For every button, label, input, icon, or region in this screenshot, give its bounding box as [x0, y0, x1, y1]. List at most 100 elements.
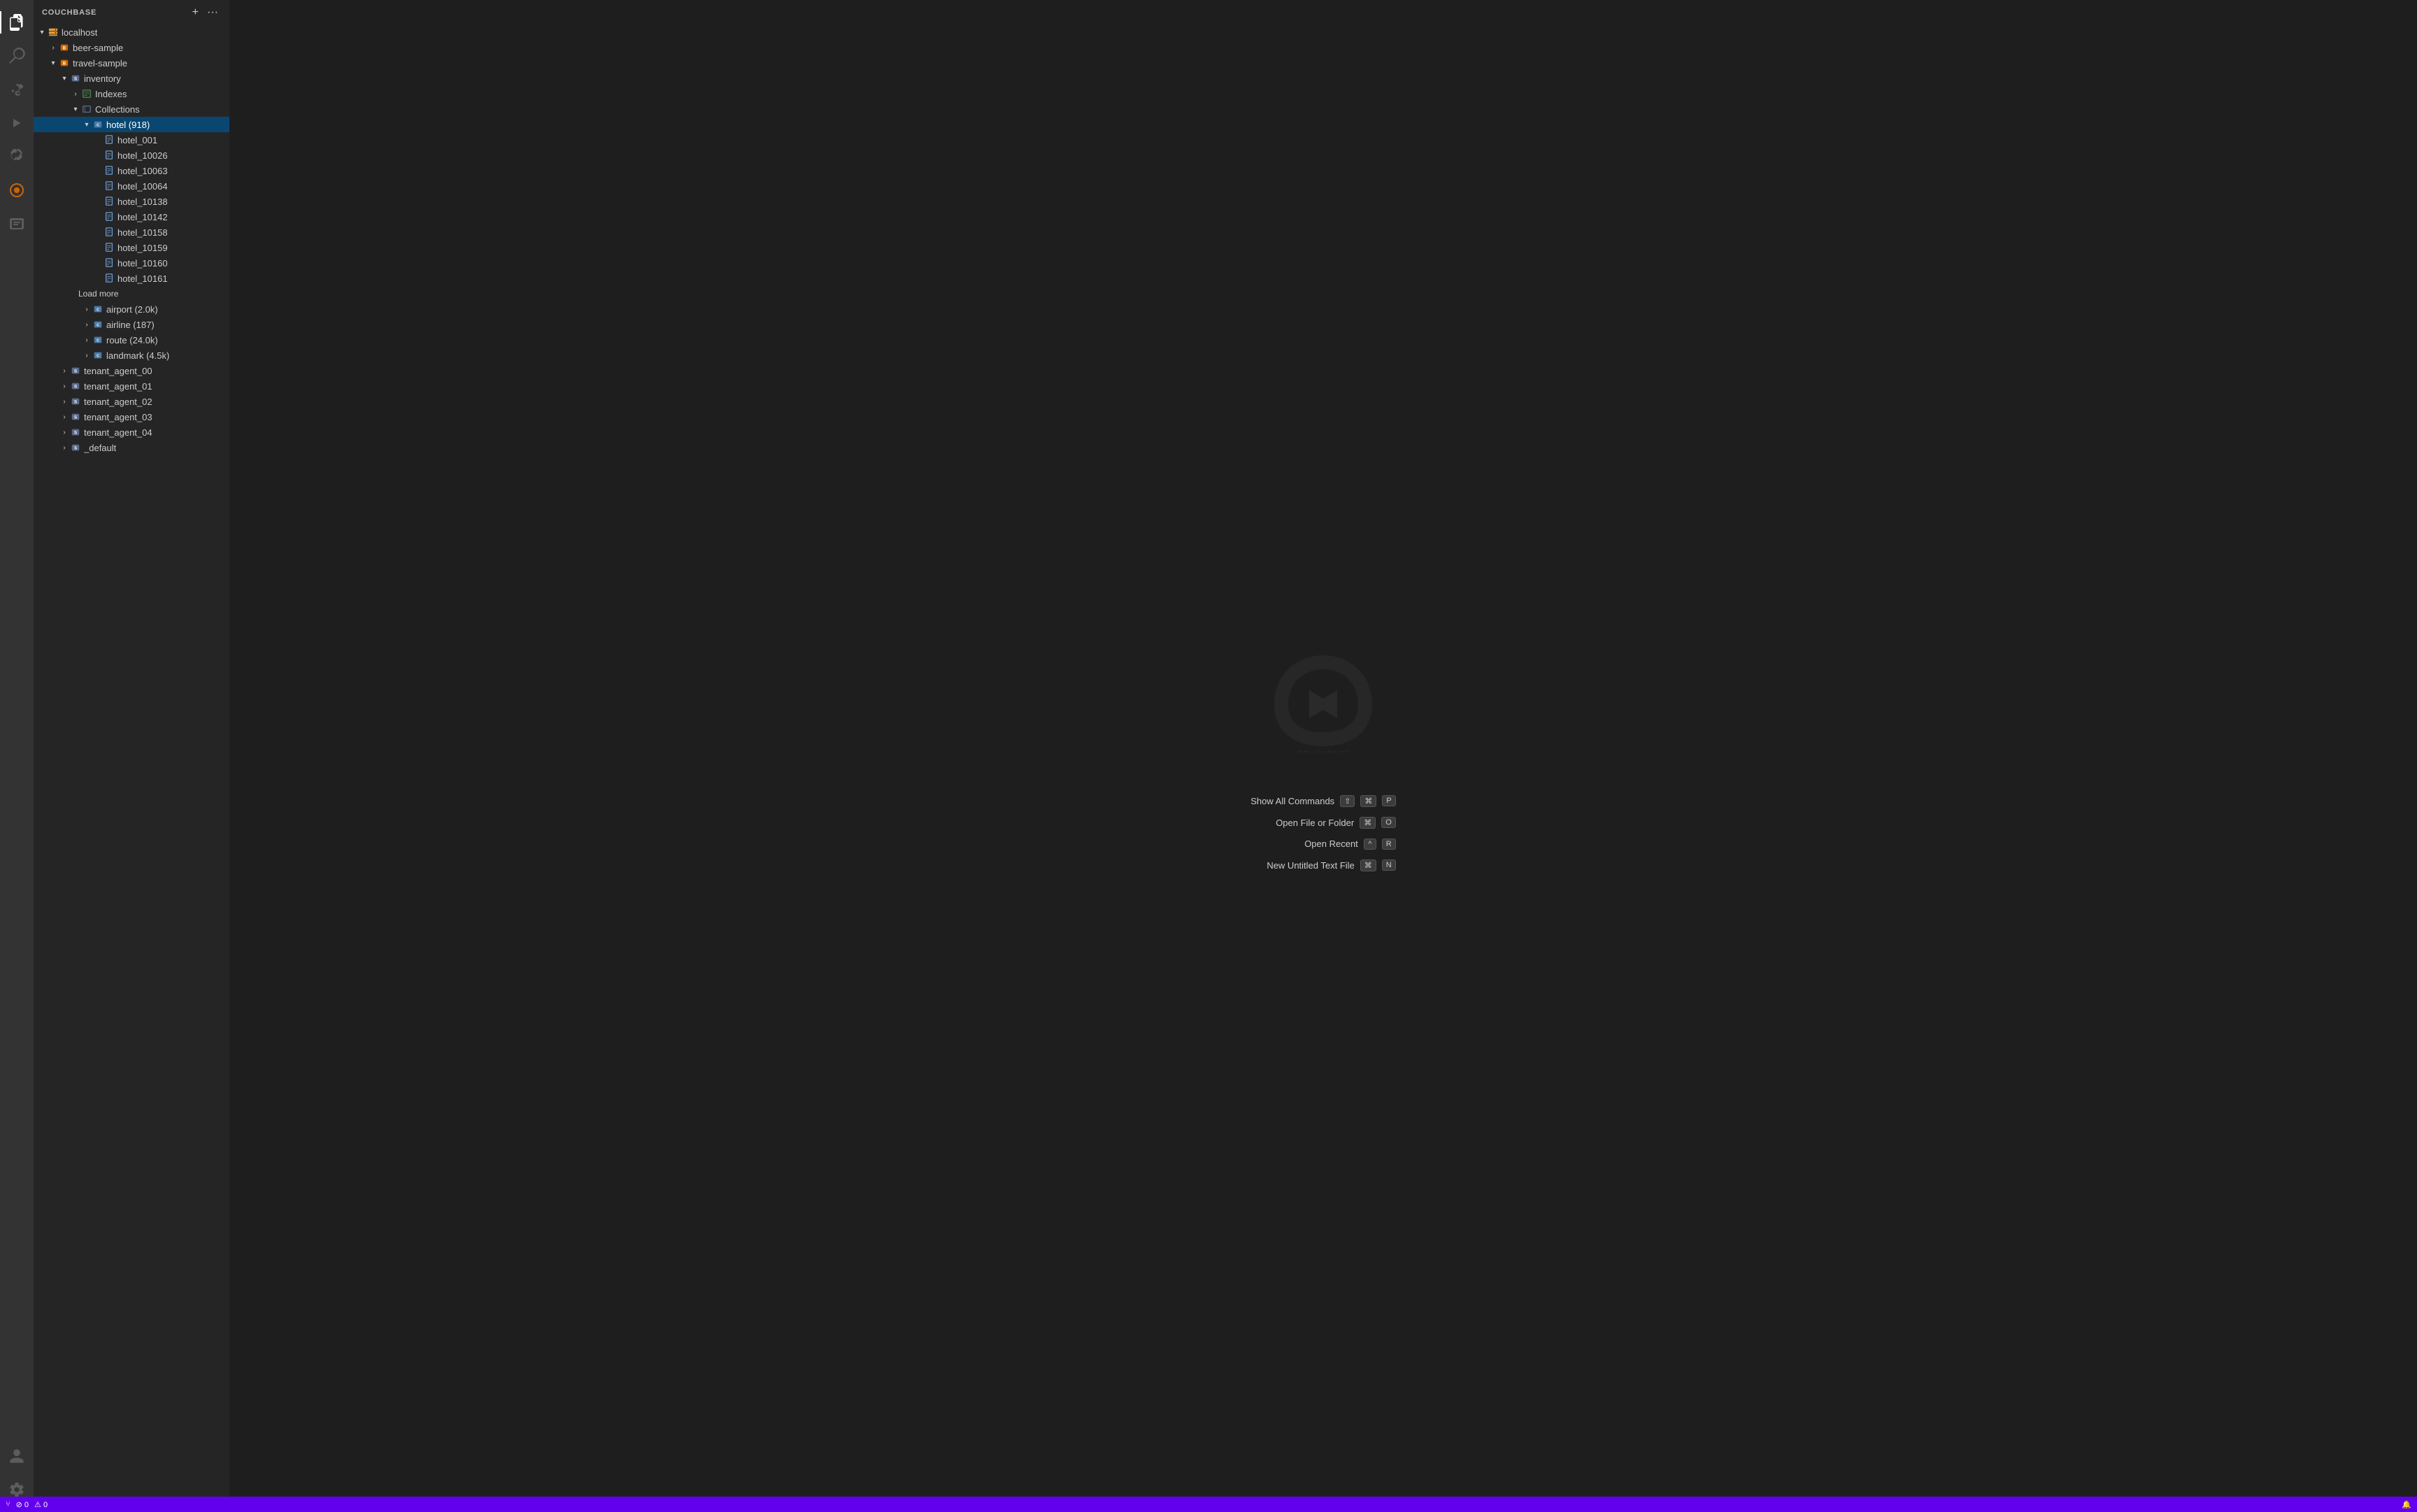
tree-item-indexes[interactable]: Indexes	[34, 86, 229, 101]
hotel10158-label: hotel_10158	[117, 227, 168, 238]
svg-text:C: C	[97, 324, 99, 328]
chevron-tenant03	[59, 411, 70, 422]
tree-item-tenant-01[interactable]: S tenant_agent_01	[34, 378, 229, 394]
svg-text:S: S	[74, 385, 77, 390]
document-icon-hotel10026	[104, 150, 115, 161]
scope-icon-tenant03: S	[70, 411, 81, 422]
tree-item-hotel-10160[interactable]: hotel_10160	[34, 255, 229, 271]
sidebar-header-actions: + ···	[190, 5, 221, 20]
svg-text:C: C	[97, 308, 99, 313]
collection-icon-route: C	[92, 334, 104, 345]
svg-text:B: B	[63, 46, 66, 51]
svg-text:C: C	[97, 124, 99, 128]
tree-item-tenant-03[interactable]: S tenant_agent_03	[34, 409, 229, 425]
svg-text:C: C	[97, 339, 99, 343]
tree-item-hotel[interactable]: C hotel (918)	[34, 117, 229, 132]
main-content: COUCHBASE Show All Commands ⇧ ⌘ P Open F…	[229, 0, 2417, 1512]
chevron-tenant04	[59, 427, 70, 438]
tree-item-hotel-10142[interactable]: hotel_10142	[34, 209, 229, 224]
activity-extensions[interactable]	[0, 140, 34, 173]
sidebar-header: COUCHBASE + ···	[34, 0, 229, 24]
empty-arrow-hotel10026	[92, 150, 104, 161]
tree-item-airport[interactable]: C airport (2.0k)	[34, 301, 229, 317]
tree-item-default[interactable]: S _default	[34, 440, 229, 455]
document-icon-hotel001	[104, 134, 115, 145]
key-p: P	[1382, 795, 1395, 806]
tree-item-hotel-10161[interactable]: hotel_10161	[34, 271, 229, 286]
tree-item-tenant-04[interactable]: S tenant_agent_04	[34, 425, 229, 440]
tree-item-inventory[interactable]: S inventory	[34, 71, 229, 86]
default-label: _default	[84, 443, 116, 453]
svg-text:C: C	[97, 355, 99, 359]
open-file-label: Open File or Folder	[1276, 818, 1354, 828]
collection-icon-airline: C	[92, 319, 104, 330]
indexes-icon	[81, 88, 92, 99]
chevron-airline	[81, 319, 92, 330]
tree-item-tenant-02[interactable]: S tenant_agent_02	[34, 394, 229, 409]
status-bar-left: ⑂ ⊘ 0 ⚠ 0	[6, 1500, 48, 1509]
scope-icon-inventory: S	[70, 73, 81, 84]
tree-item-landmark[interactable]: C landmark (4.5k)	[34, 348, 229, 363]
document-icon-hotel10142	[104, 211, 115, 222]
scope-icon-tenant01: S	[70, 380, 81, 392]
load-more-button[interactable]: Load more	[34, 286, 229, 301]
beer-sample-label: beer-sample	[73, 43, 123, 53]
tree-item-beer-sample[interactable]: B beer-sample	[34, 40, 229, 55]
add-button[interactable]: +	[190, 5, 201, 20]
tree-item-route[interactable]: C route (24.0k)	[34, 332, 229, 348]
file-tree: localhost B beer-sample B	[34, 24, 229, 1512]
tree-item-localhost[interactable]: localhost	[34, 24, 229, 40]
hotel10161-label: hotel_10161	[117, 273, 168, 284]
more-button[interactable]: ···	[204, 5, 221, 20]
activity-search[interactable]	[0, 39, 34, 73]
route-label: route (24.0k)	[106, 335, 158, 345]
activity-query[interactable]	[0, 207, 34, 241]
activity-accounts[interactable]	[0, 1439, 34, 1473]
hotel-label: hotel (918)	[106, 120, 150, 130]
activity-source-control[interactable]	[0, 73, 34, 106]
indexes-label: Indexes	[95, 89, 127, 99]
show-all-commands-label: Show All Commands	[1250, 796, 1334, 806]
tree-item-travel-sample[interactable]: B travel-sample	[34, 55, 229, 71]
hotel001-label: hotel_001	[117, 135, 157, 145]
tree-item-hotel-10159[interactable]: hotel_10159	[34, 240, 229, 255]
chevron-landmark	[81, 350, 92, 361]
svg-text:S: S	[74, 446, 77, 451]
activity-explorer[interactable]	[0, 6, 34, 39]
tenant04-label: tenant_agent_04	[84, 427, 152, 438]
tree-item-hotel-10063[interactable]: hotel_10063	[34, 163, 229, 178]
shortcut-row-open-file: Open File or Folder ⌘ O	[1276, 817, 1396, 829]
key-cmd-new: ⌘	[1360, 860, 1376, 871]
activity-run[interactable]	[0, 106, 34, 140]
tree-item-collections[interactable]: Collections	[34, 101, 229, 117]
chevron-tenant02	[59, 396, 70, 407]
load-more-label: Load more	[78, 289, 118, 299]
airport-label: airport (2.0k)	[106, 304, 158, 315]
chevron-hotel	[81, 119, 92, 130]
svg-text:S: S	[74, 77, 77, 82]
empty-arrow-hotel10160	[92, 257, 104, 269]
tree-item-hotel-001[interactable]: hotel_001	[34, 132, 229, 148]
tree-item-airline[interactable]: C airline (187)	[34, 317, 229, 332]
tree-item-hotel-10064[interactable]: hotel_10064	[34, 178, 229, 194]
tree-item-tenant-00[interactable]: S tenant_agent_00	[34, 363, 229, 378]
activity-couchbase[interactable]	[0, 173, 34, 207]
tree-item-hotel-10158[interactable]: hotel_10158	[34, 224, 229, 240]
key-r: R	[1382, 839, 1396, 850]
inventory-label: inventory	[84, 73, 121, 84]
tree-item-hotel-10138[interactable]: hotel_10138	[34, 194, 229, 209]
warning-count: ⚠ 0	[34, 1500, 48, 1509]
tenant02-label: tenant_agent_02	[84, 397, 152, 407]
sidebar-title: COUCHBASE	[42, 8, 97, 17]
scope-icon-tenant04: S	[70, 427, 81, 438]
empty-arrow-hotel10138	[92, 196, 104, 207]
hotel10026-label: hotel_10026	[117, 150, 168, 161]
document-icon-hotel10161	[104, 273, 115, 284]
tenant01-label: tenant_agent_01	[84, 381, 152, 392]
collections-icon	[81, 104, 92, 115]
tree-item-hotel-10026[interactable]: hotel_10026	[34, 148, 229, 163]
shortcut-row-commands: Show All Commands ⇧ ⌘ P	[1250, 795, 1396, 807]
welcome-area: COUCHBASE Show All Commands ⇧ ⌘ P Open F…	[1250, 641, 1396, 871]
scope-icon-tenant00: S	[70, 365, 81, 376]
hotel10142-label: hotel_10142	[117, 212, 168, 222]
